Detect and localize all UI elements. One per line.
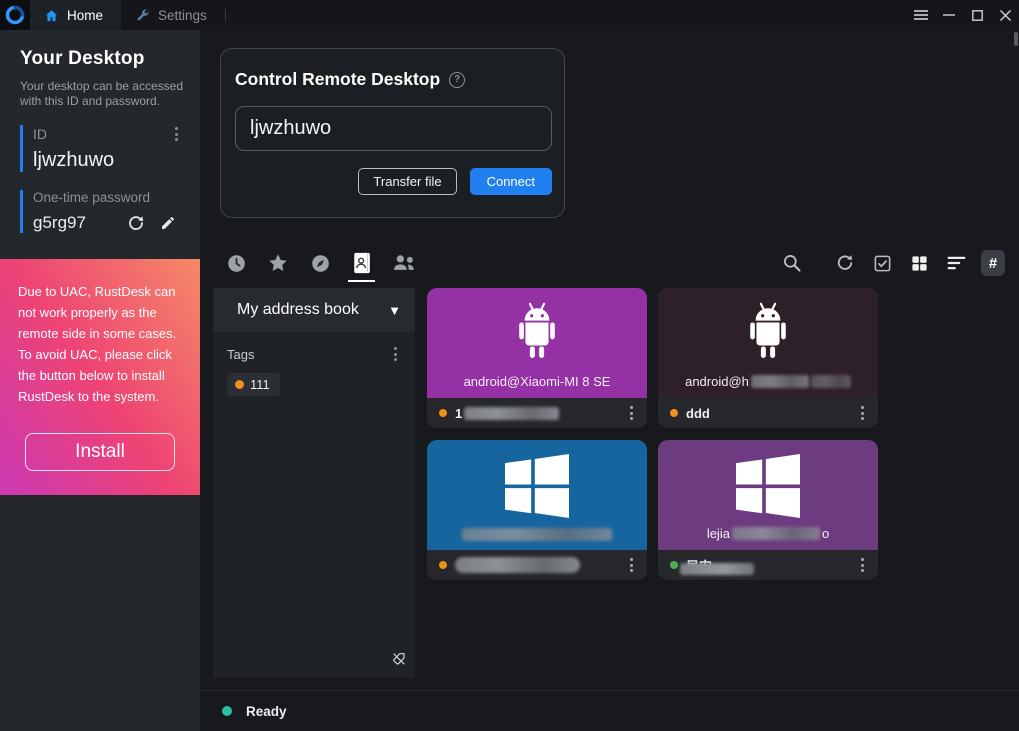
address-book-selector[interactable]: My address book ▼ — [213, 288, 415, 332]
id-menu-icon[interactable] — [169, 125, 184, 143]
scrollbar-thumb[interactable] — [1014, 32, 1018, 46]
tab-settings[interactable]: Settings — [121, 0, 225, 30]
list-view-icon[interactable] — [944, 248, 968, 278]
status-dot — [670, 561, 678, 569]
device-card[interactable] — [427, 440, 647, 580]
tab-settings-label: Settings — [158, 8, 207, 23]
home-icon — [44, 8, 59, 23]
status-dot — [439, 409, 447, 417]
password-value[interactable]: g5rg97 — [33, 213, 86, 233]
device-hostname — [427, 528, 647, 541]
recent-sessions-icon[interactable] — [224, 248, 248, 278]
address-book-tab-icon[interactable] — [350, 248, 374, 278]
device-card-footer: 局安 — [658, 550, 878, 580]
minimize-button[interactable] — [935, 0, 963, 30]
main-area: Control Remote Desktop ? Transfer file C… — [200, 30, 1019, 731]
android-icon — [739, 302, 797, 366]
rustdesk-window: Home Settings Yo — [0, 0, 1019, 731]
tab-divider — [225, 9, 226, 21]
sidebar: Your Desktop Your desktop can be accesse… — [0, 30, 200, 731]
device-alias: 局安 — [686, 556, 712, 575]
device-menu-icon[interactable] — [622, 556, 641, 574]
windows-icon — [736, 454, 800, 518]
device-card-footer — [427, 550, 647, 580]
app-logo — [0, 0, 30, 30]
status-dot — [670, 409, 678, 417]
device-banner[interactable]: lejia o — [658, 440, 878, 550]
clear-tags-icon[interactable] — [391, 651, 407, 672]
device-hostname: android@Xiaomi-MI 8 SE — [427, 374, 647, 389]
grid-view-icon[interactable] — [907, 248, 931, 278]
windows-icon — [505, 454, 569, 518]
device-alias — [455, 557, 580, 573]
edit-password-icon[interactable] — [160, 215, 176, 231]
device-grid: android@Xiaomi-MI 8 SE 1 — [427, 288, 878, 580]
chevron-down-icon: ▼ — [388, 303, 401, 318]
password-label: One-time password — [33, 190, 184, 205]
uac-install-banner: Due to UAC, RustDesk can not work proper… — [0, 259, 200, 495]
connection-status-dot — [222, 706, 232, 716]
device-card[interactable]: lejia o 局安 — [658, 440, 878, 580]
refresh-password-icon[interactable] — [127, 214, 145, 232]
tag-color-dot — [235, 380, 244, 389]
wrench-icon — [135, 8, 150, 23]
connect-button[interactable]: Connect — [470, 168, 552, 195]
device-id-value[interactable]: ljwzhuwo — [33, 149, 184, 172]
device-alias: ddd — [686, 406, 710, 421]
device-hostname: android@h — [658, 374, 878, 389]
menu-icon[interactable] — [907, 0, 935, 30]
status-dot — [439, 561, 447, 569]
id-section: ID ljwzhuwo — [20, 125, 184, 172]
favorites-icon[interactable] — [266, 248, 290, 278]
your-desktop-title: Your Desktop — [20, 48, 184, 70]
discovered-icon[interactable] — [308, 248, 332, 278]
device-menu-icon[interactable] — [853, 404, 872, 422]
id-label: ID — [33, 126, 47, 142]
tags-label: Tags — [227, 347, 254, 362]
connection-status-text: Ready — [246, 704, 287, 719]
status-bar: Ready — [200, 690, 1019, 731]
tag-chip-111[interactable]: 111 — [227, 373, 280, 396]
panel-title: Control Remote Desktop — [235, 69, 440, 90]
transfer-file-button[interactable]: Transfer file — [358, 168, 456, 195]
session-toolbar: # — [200, 246, 1019, 280]
your-desktop-description: Your desktop can be accessed with this I… — [20, 79, 184, 109]
tags-menu-icon[interactable] — [388, 345, 403, 363]
maximize-button[interactable] — [963, 0, 991, 30]
device-alias: 1 — [455, 406, 559, 421]
device-menu-icon[interactable] — [622, 404, 641, 422]
device-banner[interactable]: android@h — [658, 288, 878, 398]
window-controls — [907, 0, 1019, 30]
device-menu-icon[interactable] — [853, 556, 872, 574]
address-book-name: My address book — [237, 301, 359, 319]
select-checkbox-icon[interactable] — [870, 248, 894, 278]
help-icon[interactable]: ? — [449, 72, 465, 88]
uac-warning-text: Due to UAC, RustDesk can not work proper… — [18, 281, 182, 407]
device-banner[interactable] — [427, 440, 647, 550]
search-icon[interactable] — [780, 248, 804, 278]
rustdesk-logo-icon — [5, 5, 25, 25]
titlebar: Home Settings — [0, 0, 1019, 30]
android-icon — [508, 302, 566, 366]
device-hostname: lejia o — [658, 526, 878, 541]
close-button[interactable] — [991, 0, 1019, 30]
device-card[interactable]: android@h ddd — [658, 288, 878, 428]
address-book-panel: My address book ▼ Tags 111 — [213, 288, 415, 678]
password-section: One-time password g5rg97 — [20, 190, 184, 233]
device-banner[interactable]: android@Xiaomi-MI 8 SE — [427, 288, 647, 398]
tab-home-label: Home — [67, 8, 103, 23]
tab-home[interactable]: Home — [30, 0, 121, 30]
device-card[interactable]: android@Xiaomi-MI 8 SE 1 — [427, 288, 647, 428]
device-card-footer: ddd — [658, 398, 878, 428]
tag-view-icon[interactable]: # — [981, 248, 1005, 278]
install-button[interactable]: Install — [25, 433, 175, 471]
remote-id-input[interactable] — [235, 106, 552, 151]
groups-icon[interactable] — [392, 248, 416, 278]
refresh-icon[interactable] — [833, 248, 857, 278]
control-remote-desktop-panel: Control Remote Desktop ? Transfer file C… — [220, 48, 565, 218]
device-card-footer: 1 — [427, 398, 647, 428]
